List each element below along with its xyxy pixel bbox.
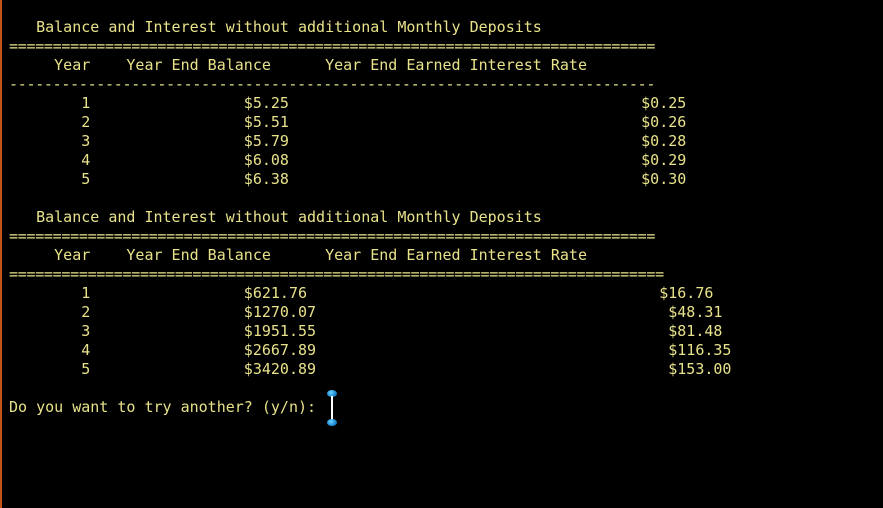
table2-row: 3 $1951.55 $81.48 [9,322,723,340]
table1-row: 3 $5.79 $0.28 [9,132,687,150]
table1-rule-bottom: ----------------------------------------… [9,75,656,93]
table2-row: 2 $1270.07 $48.31 [9,303,723,321]
table1-rule-top: ========================================… [9,37,656,55]
table1-row: 5 $6.38 $0.30 [9,170,687,188]
input-prompt[interactable]: Do you want to try another? (y/n): [9,398,325,417]
table2-rule-bottom: ========================================… [9,265,664,283]
selection-handle-bottom-icon[interactable] [327,419,337,426]
table2-row: 5 $3420.89 $153.00 [9,360,732,378]
window-edge [0,0,2,508]
table2-row: 4 $2667.89 $116.35 [9,341,732,359]
table2-title: Balance and Interest without additional … [9,208,542,226]
table1-row: 2 $5.51 $0.26 [9,113,687,131]
table2-row: 1 $621.76 $16.76 [9,284,714,302]
table2-rule-top: ========================================… [9,227,656,245]
console-output[interactable]: Balance and Interest without additional … [9,0,883,508]
table1-row: 4 $6.08 $0.29 [9,151,687,169]
table1-header: Year Year End Balance Year End Earned In… [9,56,587,74]
text-cursor-icon[interactable] [322,390,342,426]
caret [331,396,333,420]
table2-header: Year Year End Balance Year End Earned In… [9,246,587,264]
table1-title: Balance and Interest without additional … [9,18,542,36]
table1-row: 1 $5.25 $0.25 [9,94,687,112]
